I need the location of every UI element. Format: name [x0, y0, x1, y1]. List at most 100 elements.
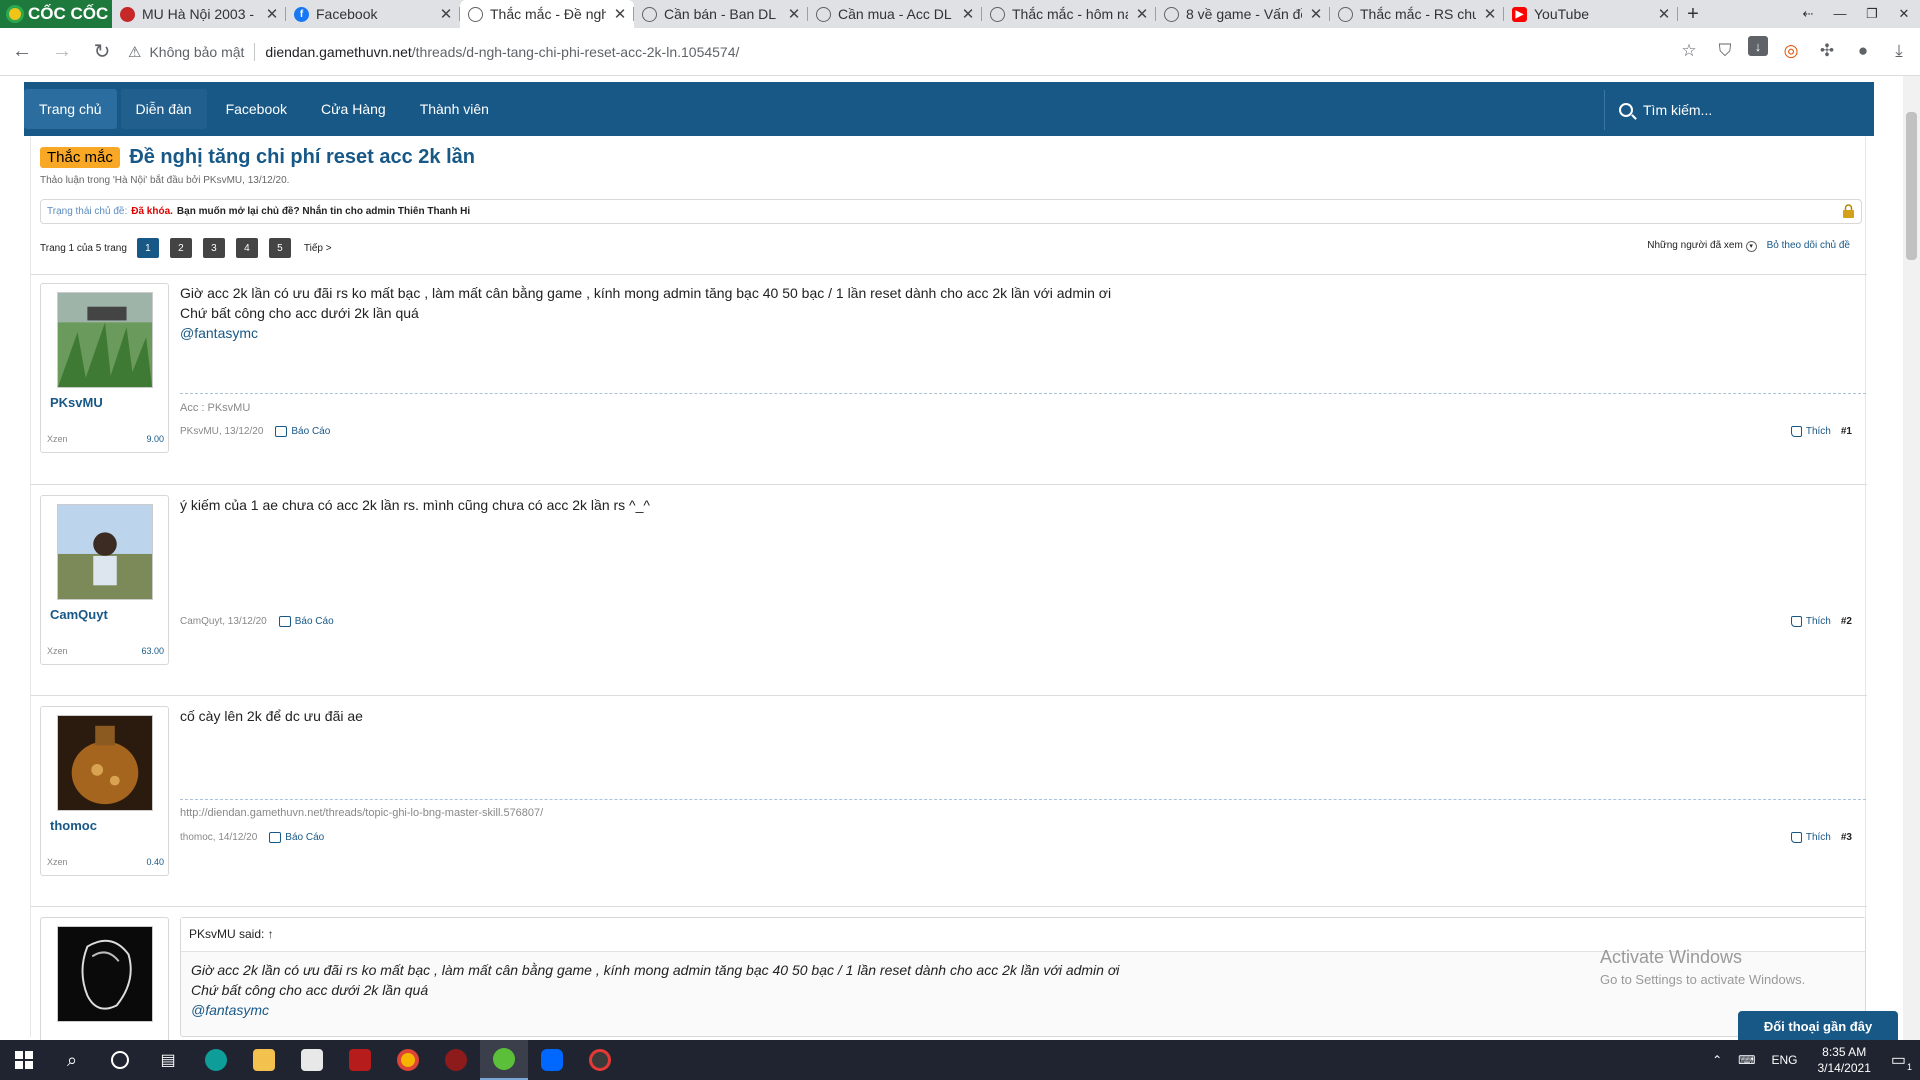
tab-search-icon[interactable]: ⇠	[1792, 0, 1824, 28]
avatar[interactable]	[57, 926, 153, 1022]
minimize-button[interactable]: —	[1824, 0, 1856, 28]
new-tab-button[interactable]: +	[1678, 3, 1708, 26]
download-video-icon[interactable]: ↓	[1748, 36, 1768, 56]
clock[interactable]: 8:35 AM 3/14/2021	[1817, 1044, 1870, 1076]
avatar[interactable]	[57, 715, 153, 811]
avatar[interactable]	[57, 504, 153, 600]
zalo-icon[interactable]	[528, 1040, 576, 1080]
signature-link[interactable]: http://diendan.gamethuvn.net/threads/top…	[180, 807, 543, 819]
page-link-4[interactable]: 4	[235, 238, 258, 258]
tab-close-icon[interactable]: ✕	[264, 5, 280, 23]
warning-icon[interactable]: ⚠	[128, 43, 141, 61]
next-page-link[interactable]: Tiếp >	[304, 243, 332, 254]
like-button[interactable]: Thích	[1790, 832, 1831, 843]
report-button[interactable]: Báo Cáo	[278, 616, 334, 627]
close-window-button[interactable]: ✕	[1888, 0, 1920, 28]
page-link-3[interactable]: 3	[202, 238, 225, 258]
downloads-icon[interactable]: ⤓	[1886, 36, 1912, 66]
tab-close-icon[interactable]: ✕	[1482, 5, 1498, 23]
reload-button[interactable]: ↻	[84, 34, 120, 70]
coccoc-extension-icon[interactable]: ◎	[1778, 36, 1804, 66]
tab-close-icon[interactable]: ✕	[1308, 5, 1324, 23]
browser-tab[interactable]: 8 về game - Vấn đề ✕	[1156, 0, 1330, 28]
cortana-icon[interactable]	[96, 1040, 144, 1080]
tab-close-icon[interactable]: ✕	[960, 5, 976, 23]
chevron-up-icon[interactable]: ⌃	[1712, 1053, 1722, 1067]
nav-forums[interactable]: Diễn đàn	[120, 89, 207, 129]
nav-shop[interactable]: Cửa Hàng	[306, 89, 401, 129]
coccoc-menu-button[interactable]: CỐC CỐC	[0, 0, 112, 28]
browser-tab[interactable]: ▶ YouTube ✕	[1504, 0, 1678, 28]
post-number[interactable]: #2	[1841, 616, 1852, 627]
extensions-puzzle-icon[interactable]: ✣	[1814, 36, 1840, 66]
profile-avatar-icon[interactable]: ●	[1850, 36, 1876, 66]
file-explorer-icon[interactable]	[240, 1040, 288, 1080]
bookmark-star-icon[interactable]: ☆	[1676, 36, 1702, 66]
avatar[interactable]	[57, 292, 153, 388]
tab-close-icon[interactable]: ✕	[1134, 5, 1150, 23]
browser-tab[interactable]: Cần mua - Acc DL | ✕	[808, 0, 982, 28]
user-mention-link[interactable]: @fantasymc	[191, 1000, 1855, 1020]
like-button[interactable]: Thích	[1790, 616, 1831, 627]
browser-tab-active[interactable]: Thắc mắc - Đề nghị ✕	[460, 0, 634, 28]
viewers-link[interactable]: Những người đã xem ▾	[1647, 240, 1757, 252]
page-link-2[interactable]: 2	[169, 238, 192, 258]
coccoc-taskbar-icon[interactable]	[480, 1040, 528, 1080]
search-icon[interactable]: ⌕	[48, 1040, 96, 1080]
task-view-icon[interactable]: ▤	[144, 1040, 192, 1080]
search-bar[interactable]: Tìm kiếm...	[1604, 90, 1874, 130]
post-author-date[interactable]: thomoc, 14/12/20	[180, 832, 257, 843]
start-button[interactable]	[0, 1040, 48, 1080]
page-link-1[interactable]: 1	[136, 238, 159, 258]
store-icon[interactable]	[288, 1040, 336, 1080]
message-line: ý kiếm của 1 ae chưa có acc 2k lần rs. m…	[180, 497, 650, 513]
nav-home[interactable]: Trang chủ	[24, 89, 117, 129]
security-status[interactable]: Không bảo mật	[149, 44, 244, 60]
scrollbar-thumb[interactable]	[1906, 112, 1917, 260]
page-scrollbar[interactable]	[1903, 76, 1920, 1040]
report-label: Báo Cáo	[294, 616, 334, 627]
tab-close-icon[interactable]: ✕	[786, 5, 802, 23]
page-link-5[interactable]: 5	[268, 238, 291, 258]
browser-tab[interactable]: Thắc mắc - RS chư ✕	[1330, 0, 1504, 28]
nav-facebook[interactable]: Facebook	[211, 89, 302, 129]
edge-icon[interactable]	[192, 1040, 240, 1080]
notification-center-icon[interactable]: ▭ 1	[1891, 1050, 1912, 1072]
browser-tab[interactable]: f Facebook ✕	[286, 0, 460, 28]
unfollow-link[interactable]: Bỏ theo dõi chủ đề	[1767, 240, 1850, 252]
tab-close-icon[interactable]: ✕	[612, 5, 628, 23]
shield-icon[interactable]: ⛉	[1712, 36, 1738, 66]
user-mention-link[interactable]: @fantasymc	[180, 323, 1111, 343]
chrome-icon[interactable]	[384, 1040, 432, 1080]
report-button[interactable]: Báo Cáo	[269, 832, 324, 843]
post-number[interactable]: #1	[1841, 426, 1852, 437]
game-app-icon[interactable]	[336, 1040, 384, 1080]
network-icon[interactable]: ⌨	[1738, 1053, 1755, 1067]
post-number[interactable]: #3	[1841, 832, 1852, 843]
tab-title: 8 về game - Vấn đề	[1186, 6, 1302, 22]
recent-conversations-button[interactable]: Đối thoại gần đây	[1738, 1011, 1898, 1041]
media-app-icon[interactable]	[576, 1040, 624, 1080]
address-bar[interactable]: ⚠ Không bảo mật diendan.gamethuvn.net /t…	[128, 36, 1648, 68]
username[interactable]: thomoc	[50, 818, 97, 833]
post-author-date[interactable]: CamQuyt, 13/12/20	[180, 616, 267, 627]
post-author-date[interactable]: PKsvMU, 13/12/20	[180, 426, 263, 437]
back-button[interactable]: ←	[4, 34, 40, 70]
username[interactable]: CamQuyt	[50, 607, 108, 622]
tab-close-icon[interactable]: ✕	[1656, 5, 1672, 23]
mu-game-icon[interactable]	[432, 1040, 480, 1080]
browser-tools: ☆ ⛉ ↓ ◎ ✣ ● ⤓	[1676, 36, 1912, 66]
thread-prefix[interactable]: Thắc mắc	[40, 147, 120, 168]
forward-button[interactable]: →	[44, 34, 80, 70]
nav-members[interactable]: Thành viên	[405, 89, 504, 129]
restore-button[interactable]: ❐	[1856, 0, 1888, 28]
browser-tab[interactable]: Cần bán - Ban DL | ✕	[634, 0, 808, 28]
report-button[interactable]: Báo Cáo	[275, 426, 330, 437]
like-button[interactable]: Thích	[1790, 426, 1831, 437]
language-indicator[interactable]: ENG	[1771, 1053, 1797, 1067]
browser-tab[interactable]: Thắc mắc - hôm na ✕	[982, 0, 1156, 28]
message-line: Giờ acc 2k lần có ưu đãi rs ko mất bạc ,…	[180, 285, 1112, 301]
tab-close-icon[interactable]: ✕	[438, 5, 454, 23]
browser-tab[interactable]: MU Hà Nội 2003 - ✕	[112, 0, 286, 28]
username[interactable]: PKsvMU	[50, 395, 103, 410]
